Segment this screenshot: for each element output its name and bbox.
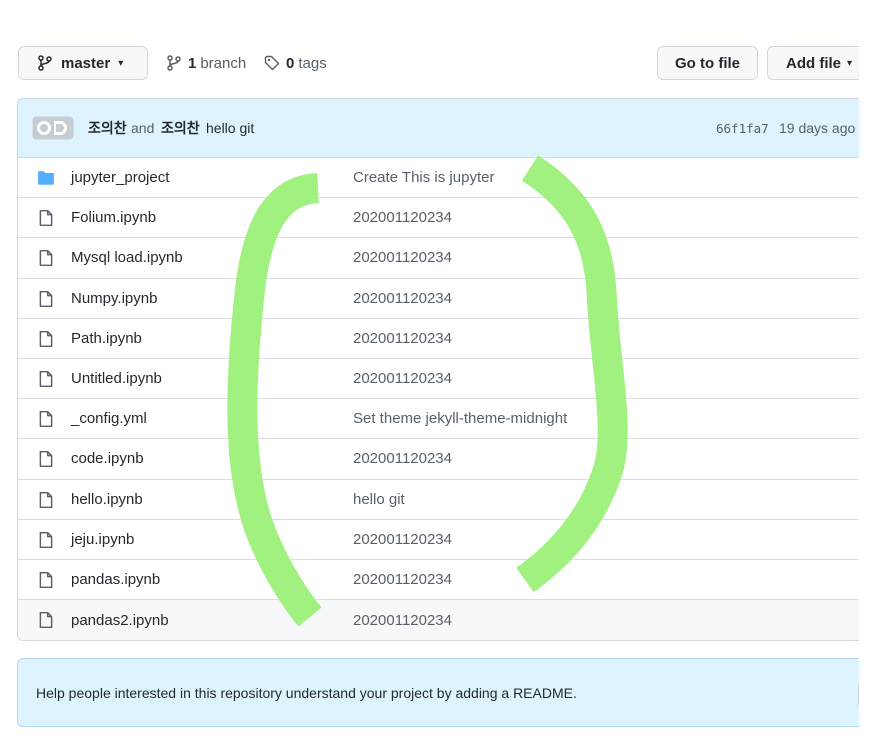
file-icon — [37, 249, 55, 267]
file-commit-message-link[interactable]: hello git — [353, 491, 405, 508]
file-commit-message-link[interactable]: 202001120234 — [353, 249, 452, 266]
tag-icon — [264, 55, 280, 71]
file-row[interactable]: Path.ipynb 202001120234 — [18, 319, 890, 359]
branches-count: 1 — [188, 54, 197, 72]
commit-and-text: and — [131, 120, 155, 136]
file-commit-message-link[interactable]: 202001120234 — [353, 531, 452, 548]
tags-label: tags — [298, 54, 327, 72]
readme-prompt-text: Help people interested in this repositor… — [36, 684, 577, 701]
file-row[interactable]: Mysql load.ipynb 202001120234 — [18, 238, 890, 279]
tags-link[interactable]: 0 tags — [264, 46, 327, 80]
file-commit-message-link[interactable]: Set theme jekyll-theme-midnight — [353, 410, 567, 427]
go-to-file-label: Go to file — [675, 54, 740, 72]
file-commit-message-link[interactable]: 202001120234 — [353, 209, 452, 226]
file-commit-message-link[interactable]: 202001120234 — [353, 370, 452, 387]
file-name-link[interactable]: jupyter_project — [71, 169, 169, 186]
file-row[interactable]: hello.ipynb hello git — [18, 480, 890, 520]
file-row[interactable]: pandas.ipynb 202001120234 — [18, 560, 890, 601]
file-rows: jupyter_project Create This is jupyter Fol… — [18, 158, 890, 640]
file-icon — [37, 531, 55, 549]
file-icon — [37, 370, 55, 388]
branches-label: branch — [200, 54, 247, 72]
file-icon — [37, 491, 55, 509]
file-row[interactable]: Folium.ipynb 202001120234 — [18, 198, 890, 239]
file-row[interactable]: _config.yml Set theme jekyll-theme-midnig… — [18, 399, 890, 440]
file-commit-message-link[interactable]: 202001120234 — [353, 290, 452, 307]
file-icon — [37, 290, 55, 308]
repo-toolbar: master ▾ 1 branch 0 tags Go to file Add … — [18, 46, 890, 80]
file-name-link[interactable]: Path.ipynb — [71, 330, 142, 347]
latest-commit-bar: 조의찬 and 조의찬 hello git 66f1fa7 19 days ag… — [18, 99, 890, 158]
file-row[interactable]: jupyter_project Create This is jupyter — [18, 158, 890, 199]
file-name-link[interactable]: Untitled.ipynb — [71, 370, 162, 387]
folder-icon — [37, 169, 55, 187]
file-name-link[interactable]: _config.yml — [71, 410, 147, 427]
file-row[interactable]: Untitled.ipynb 202001120234 — [18, 359, 890, 400]
file-row[interactable]: jeju.ipynb 202001120234 — [18, 520, 890, 560]
commit-author[interactable]: 조의찬 — [88, 118, 127, 138]
file-icon — [37, 611, 55, 629]
branches-link[interactable]: 1 branch — [166, 46, 246, 80]
readme-prompt: Help people interested in this repositor… — [17, 658, 890, 727]
file-commit-message-link[interactable]: 202001120234 — [353, 330, 452, 347]
file-name-link[interactable]: Folium.ipynb — [71, 209, 156, 226]
repo-file-browser: master ▾ 1 branch 0 tags Go to file Add … — [0, 0, 890, 752]
add-file-label: Add file — [786, 54, 841, 72]
file-icon — [37, 330, 55, 348]
file-row[interactable]: pandas2.ipynb 202001120234 — [18, 600, 890, 640]
file-name-link[interactable]: pandas.ipynb — [71, 571, 160, 588]
file-row[interactable]: Numpy.ipynb 202001120234 — [18, 279, 890, 319]
triangle-down-icon: ▾ — [118, 57, 124, 69]
file-name-link[interactable]: Mysql load.ipynb — [71, 249, 183, 266]
file-name-link[interactable]: code.ipynb — [71, 450, 144, 467]
tags-count: 0 — [286, 54, 295, 72]
commit-message[interactable]: hello git — [206, 120, 254, 136]
avatar[interactable] — [32, 116, 74, 140]
file-name-link[interactable]: Numpy.ipynb — [71, 290, 157, 307]
file-commit-message-link[interactable]: 202001120234 — [353, 612, 452, 629]
file-commit-message-link[interactable]: Create This is jupyter — [353, 169, 494, 186]
file-commit-message-link[interactable]: 202001120234 — [353, 450, 452, 467]
file-icon — [37, 410, 55, 428]
file-name-link[interactable]: hello.ipynb — [71, 491, 143, 508]
go-to-file-button[interactable]: Go to file — [657, 46, 758, 80]
commit-sha[interactable]: 66f1fa7 — [716, 121, 769, 136]
file-list: 조의찬 and 조의찬 hello git 66f1fa7 19 days ag… — [17, 98, 890, 641]
branch-select-button[interactable]: master ▾ — [18, 46, 148, 80]
file-icon — [37, 571, 55, 589]
triangle-down-icon: ▾ — [847, 57, 853, 69]
git-branch-icon — [38, 55, 52, 71]
file-commit-message-link[interactable]: 202001120234 — [353, 571, 452, 588]
file-icon — [37, 450, 55, 468]
viewport-edge — [859, 0, 890, 752]
commit-age: 19 days ago — [779, 120, 856, 136]
file-row[interactable]: code.ipynb 202001120234 — [18, 439, 890, 480]
git-branch-icon — [167, 55, 181, 71]
branch-name: master — [61, 54, 111, 72]
file-name-link[interactable]: pandas2.ipynb — [71, 612, 169, 629]
file-icon — [37, 209, 55, 227]
file-name-link[interactable]: jeju.ipynb — [71, 531, 134, 548]
commit-coauthor[interactable]: 조의찬 — [161, 118, 200, 138]
